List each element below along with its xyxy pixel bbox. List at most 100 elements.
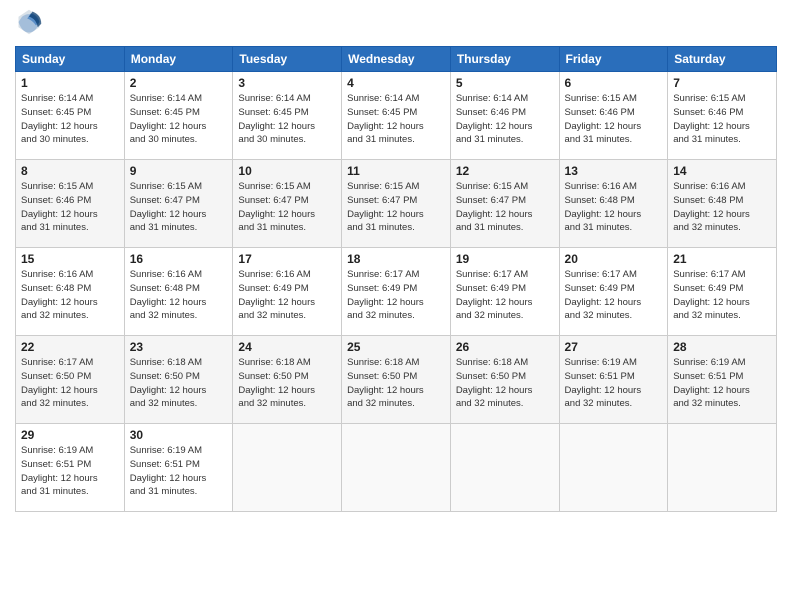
calendar-week-5: 29 Sunrise: 6:19 AM Sunset: 6:51 PM Dayli…	[16, 424, 777, 512]
calendar-cell: 10 Sunrise: 6:15 AM Sunset: 6:47 PM Dayli…	[233, 160, 342, 248]
calendar-cell	[342, 424, 451, 512]
calendar-cell: 29 Sunrise: 6:19 AM Sunset: 6:51 PM Dayli…	[16, 424, 125, 512]
calendar-cell: 1 Sunrise: 6:14 AM Sunset: 6:45 PM Daylig…	[16, 72, 125, 160]
calendar-cell: 5 Sunrise: 6:14 AM Sunset: 6:46 PM Daylig…	[450, 72, 559, 160]
day-info: Sunrise: 6:18 AM Sunset: 6:50 PM Dayligh…	[238, 356, 336, 411]
calendar-week-4: 22 Sunrise: 6:17 AM Sunset: 6:50 PM Dayli…	[16, 336, 777, 424]
day-number: 1	[21, 76, 119, 90]
day-number: 2	[130, 76, 228, 90]
day-number: 16	[130, 252, 228, 266]
day-number: 23	[130, 340, 228, 354]
logo	[15, 10, 46, 38]
day-info: Sunrise: 6:16 AM Sunset: 6:48 PM Dayligh…	[130, 268, 228, 323]
calendar-cell: 7 Sunrise: 6:15 AM Sunset: 6:46 PM Daylig…	[668, 72, 777, 160]
calendar-cell: 18Sunrise: 6:17 AM Sunset: 6:49 PM Dayli…	[342, 248, 451, 336]
calendar-cell	[559, 424, 668, 512]
day-number: 21	[673, 252, 771, 266]
calendar-cell: 8 Sunrise: 6:15 AM Sunset: 6:46 PM Daylig…	[16, 160, 125, 248]
day-info: Sunrise: 6:17 AM Sunset: 6:49 PM Dayligh…	[565, 268, 663, 323]
day-number: 22	[21, 340, 119, 354]
calendar-cell: 17 Sunrise: 6:16 AM Sunset: 6:49 PM Dayli…	[233, 248, 342, 336]
day-number: 20	[565, 252, 663, 266]
day-info: Sunrise: 6:14 AM Sunset: 6:46 PM Dayligh…	[456, 92, 554, 147]
day-number: 19	[456, 252, 554, 266]
calendar-table: SundayMondayTuesdayWednesdayThursdayFrid…	[15, 46, 777, 512]
day-info: Sunrise: 6:15 AM Sunset: 6:46 PM Dayligh…	[21, 180, 119, 235]
calendar-cell: 3 Sunrise: 6:14 AM Sunset: 6:45 PM Daylig…	[233, 72, 342, 160]
calendar-header-friday: Friday	[559, 47, 668, 72]
calendar-cell: 26 Sunrise: 6:18 AM Sunset: 6:50 PM Dayli…	[450, 336, 559, 424]
day-info: Sunrise: 6:16 AM Sunset: 6:48 PM Dayligh…	[673, 180, 771, 235]
day-info: Sunrise: 6:15 AM Sunset: 6:47 PM Dayligh…	[347, 180, 445, 235]
calendar-cell: 16 Sunrise: 6:16 AM Sunset: 6:48 PM Dayli…	[124, 248, 233, 336]
day-number: 28	[673, 340, 771, 354]
day-info: Sunrise: 6:14 AM Sunset: 6:45 PM Dayligh…	[21, 92, 119, 147]
day-number: 25	[347, 340, 445, 354]
calendar-cell: 22 Sunrise: 6:17 AM Sunset: 6:50 PM Dayli…	[16, 336, 125, 424]
calendar-header-thursday: Thursday	[450, 47, 559, 72]
day-number: 29	[21, 428, 119, 442]
day-info: Sunrise: 6:16 AM Sunset: 6:48 PM Dayligh…	[565, 180, 663, 235]
day-number: 7	[673, 76, 771, 90]
day-number: 14	[673, 164, 771, 178]
header	[15, 10, 777, 38]
day-number: 12	[456, 164, 554, 178]
calendar-week-2: 8 Sunrise: 6:15 AM Sunset: 6:46 PM Daylig…	[16, 160, 777, 248]
day-info: Sunrise: 6:14 AM Sunset: 6:45 PM Dayligh…	[238, 92, 336, 147]
day-number: 26	[456, 340, 554, 354]
general-blue-logo-icon	[15, 8, 43, 36]
calendar-cell: 30Sunrise: 6:19 AM Sunset: 6:51 PM Dayli…	[124, 424, 233, 512]
day-number: 18	[347, 252, 445, 266]
day-number: 4	[347, 76, 445, 90]
calendar-cell: 19Sunrise: 6:17 AM Sunset: 6:49 PM Dayli…	[450, 248, 559, 336]
day-info: Sunrise: 6:14 AM Sunset: 6:45 PM Dayligh…	[347, 92, 445, 147]
calendar-cell: 14 Sunrise: 6:16 AM Sunset: 6:48 PM Dayli…	[668, 160, 777, 248]
day-number: 10	[238, 164, 336, 178]
calendar-header-saturday: Saturday	[668, 47, 777, 72]
calendar-cell: 15 Sunrise: 6:16 AM Sunset: 6:48 PM Dayli…	[16, 248, 125, 336]
day-info: Sunrise: 6:15 AM Sunset: 6:46 PM Dayligh…	[673, 92, 771, 147]
day-info: Sunrise: 6:18 AM Sunset: 6:50 PM Dayligh…	[130, 356, 228, 411]
calendar-cell: 24 Sunrise: 6:18 AM Sunset: 6:50 PM Dayli…	[233, 336, 342, 424]
day-number: 11	[347, 164, 445, 178]
day-number: 3	[238, 76, 336, 90]
calendar-cell: 13 Sunrise: 6:16 AM Sunset: 6:48 PM Dayli…	[559, 160, 668, 248]
day-info: Sunrise: 6:19 AM Sunset: 6:51 PM Dayligh…	[21, 444, 119, 499]
calendar-cell: 12 Sunrise: 6:15 AM Sunset: 6:47 PM Dayli…	[450, 160, 559, 248]
calendar-header-wednesday: Wednesday	[342, 47, 451, 72]
calendar-header-monday: Monday	[124, 47, 233, 72]
day-info: Sunrise: 6:14 AM Sunset: 6:45 PM Dayligh…	[130, 92, 228, 147]
calendar-cell: 6Sunrise: 6:15 AM Sunset: 6:46 PM Daylig…	[559, 72, 668, 160]
day-number: 13	[565, 164, 663, 178]
day-info: Sunrise: 6:15 AM Sunset: 6:47 PM Dayligh…	[238, 180, 336, 235]
calendar-cell: 20 Sunrise: 6:17 AM Sunset: 6:49 PM Dayli…	[559, 248, 668, 336]
calendar-cell	[668, 424, 777, 512]
calendar-week-1: 1 Sunrise: 6:14 AM Sunset: 6:45 PM Daylig…	[16, 72, 777, 160]
calendar-header-tuesday: Tuesday	[233, 47, 342, 72]
day-info: Sunrise: 6:15 AM Sunset: 6:47 PM Dayligh…	[130, 180, 228, 235]
day-number: 30	[130, 428, 228, 442]
day-number: 24	[238, 340, 336, 354]
day-number: 17	[238, 252, 336, 266]
calendar-cell: 23 Sunrise: 6:18 AM Sunset: 6:50 PM Dayli…	[124, 336, 233, 424]
calendar-header-sunday: Sunday	[16, 47, 125, 72]
calendar-cell: 21 Sunrise: 6:17 AM Sunset: 6:49 PM Dayli…	[668, 248, 777, 336]
day-number: 15	[21, 252, 119, 266]
calendar-week-3: 15 Sunrise: 6:16 AM Sunset: 6:48 PM Dayli…	[16, 248, 777, 336]
day-number: 8	[21, 164, 119, 178]
calendar-cell: 4 Sunrise: 6:14 AM Sunset: 6:45 PM Daylig…	[342, 72, 451, 160]
day-info: Sunrise: 6:15 AM Sunset: 6:47 PM Dayligh…	[456, 180, 554, 235]
day-info: Sunrise: 6:16 AM Sunset: 6:49 PM Dayligh…	[238, 268, 336, 323]
day-info: Sunrise: 6:17 AM Sunset: 6:49 PM Dayligh…	[673, 268, 771, 323]
day-info: Sunrise: 6:19 AM Sunset: 6:51 PM Dayligh…	[565, 356, 663, 411]
page: SundayMondayTuesdayWednesdayThursdayFrid…	[0, 0, 792, 612]
calendar-cell: 11 Sunrise: 6:15 AM Sunset: 6:47 PM Dayli…	[342, 160, 451, 248]
day-number: 27	[565, 340, 663, 354]
day-number: 5	[456, 76, 554, 90]
calendar-cell: 28Sunrise: 6:19 AM Sunset: 6:51 PM Dayli…	[668, 336, 777, 424]
day-info: Sunrise: 6:16 AM Sunset: 6:48 PM Dayligh…	[21, 268, 119, 323]
day-info: Sunrise: 6:17 AM Sunset: 6:50 PM Dayligh…	[21, 356, 119, 411]
day-info: Sunrise: 6:15 AM Sunset: 6:46 PM Dayligh…	[565, 92, 663, 147]
day-info: Sunrise: 6:18 AM Sunset: 6:50 PM Dayligh…	[456, 356, 554, 411]
calendar-header-row: SundayMondayTuesdayWednesdayThursdayFrid…	[16, 47, 777, 72]
